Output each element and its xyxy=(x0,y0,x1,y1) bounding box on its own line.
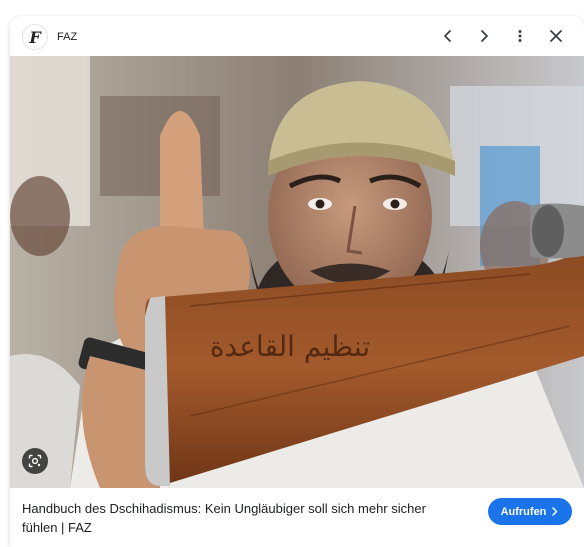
logo-letter: F xyxy=(29,27,41,47)
image-preview-panel: F FAZ تنظيم القاعدة Handbuch des Dschiha… xyxy=(10,16,584,547)
preview-image[interactable]: تنظيم القاعدة xyxy=(10,56,584,488)
faz-logo[interactable]: F xyxy=(22,24,48,50)
visit-button-label: Aufrufen xyxy=(500,505,547,518)
chevron-left-icon xyxy=(444,30,451,42)
stock-engraving: تنظيم القاعدة xyxy=(210,330,370,363)
chevron-right-icon xyxy=(481,30,488,42)
visit-button[interactable]: Aufrufen xyxy=(488,498,572,525)
photo-man-with-rifle: تنظيم القاعدة xyxy=(10,56,584,488)
previous-button[interactable] xyxy=(438,26,458,46)
source-name[interactable]: FAZ xyxy=(57,30,77,44)
more-options-button[interactable] xyxy=(510,26,530,46)
close-icon xyxy=(550,30,562,42)
lens-icon xyxy=(28,454,42,468)
close-button[interactable] xyxy=(546,26,566,46)
preview-header: F FAZ xyxy=(10,16,584,56)
next-button[interactable] xyxy=(474,26,494,46)
result-title[interactable]: Handbuch des Dschihadismus: Kein Ungläub… xyxy=(22,499,462,537)
more-vert-icon xyxy=(518,30,522,42)
chevron-right-icon xyxy=(552,507,558,516)
lens-button[interactable] xyxy=(22,448,48,474)
